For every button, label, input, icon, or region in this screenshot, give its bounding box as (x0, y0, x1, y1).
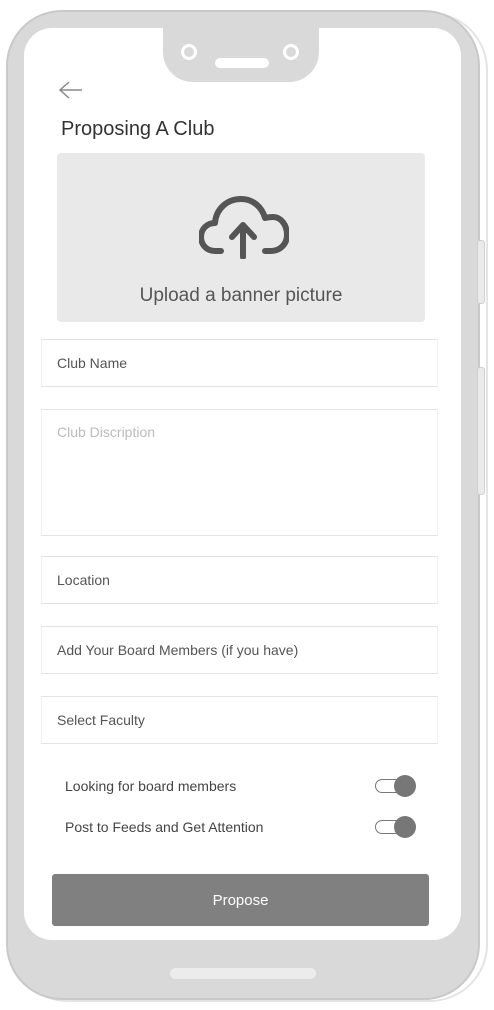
board-members-field[interactable]: Add Your Board Members (if you have) (41, 626, 438, 674)
toggle-knob (394, 775, 416, 797)
toggle-row-board-members: Looking for board members (65, 774, 417, 798)
volume-button (477, 367, 485, 495)
home-indicator[interactable] (170, 968, 316, 979)
club-description-field[interactable]: Club Discription (41, 409, 438, 536)
power-button (477, 240, 485, 304)
earpiece-speaker (215, 58, 269, 68)
banner-upload-area[interactable]: Upload a banner picture (57, 153, 425, 322)
back-button[interactable] (57, 80, 87, 100)
faculty-select[interactable]: Select Faculty (41, 696, 438, 744)
toggle-label-feeds: Post to Feeds and Get Attention (65, 819, 264, 835)
cloud-upload-icon (199, 196, 289, 259)
toggle-knob (394, 816, 416, 838)
front-sensor (283, 44, 299, 60)
app-screen: Proposing A Club Upload a banner picture… (24, 28, 461, 940)
propose-button[interactable]: Propose (52, 874, 429, 926)
location-field[interactable]: Location (41, 556, 438, 604)
page-title: Proposing A Club (61, 118, 215, 140)
toggle-label-board-members: Looking for board members (65, 778, 237, 794)
front-camera (181, 44, 197, 60)
toggle-row-feeds: Post to Feeds and Get Attention (65, 815, 417, 839)
board-members-toggle[interactable] (375, 775, 417, 797)
phone-notch-overlay (163, 24, 319, 82)
feeds-toggle[interactable] (375, 816, 417, 838)
upload-label: Upload a banner picture (139, 285, 343, 306)
arrow-left-icon (58, 81, 82, 99)
club-name-field[interactable]: Club Name (41, 339, 438, 387)
